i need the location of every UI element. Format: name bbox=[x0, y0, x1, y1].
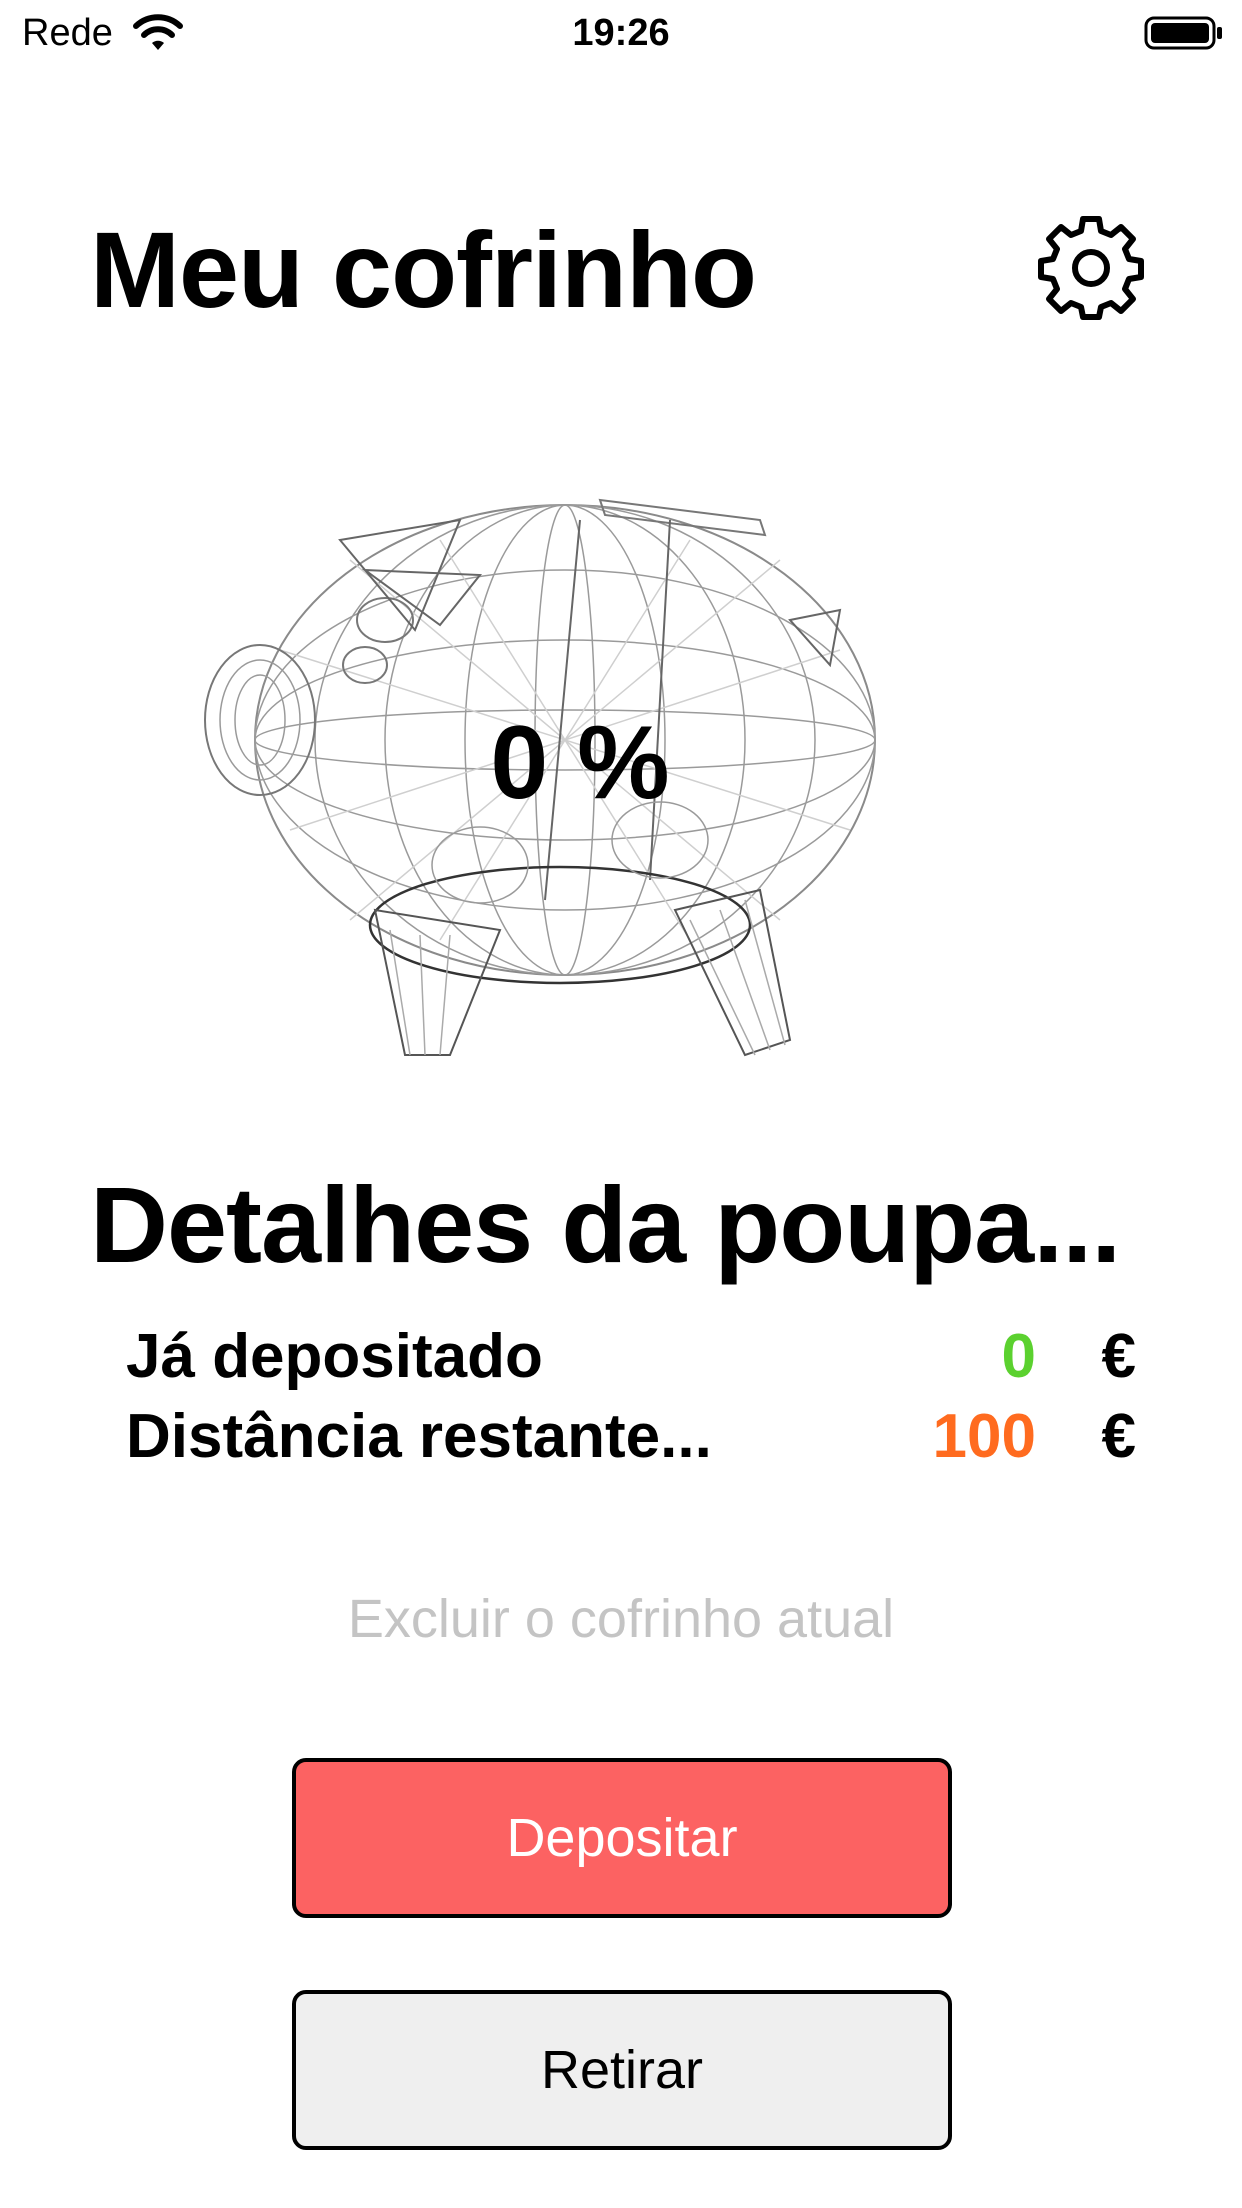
deposited-row: Já depositado 0 € bbox=[126, 1318, 1136, 1396]
battery-icon bbox=[1144, 16, 1222, 50]
gear-icon[interactable] bbox=[1036, 212, 1146, 322]
progress-percentage: 0 % bbox=[490, 705, 670, 821]
status-time: 19:26 bbox=[572, 12, 670, 54]
deposited-currency: € bbox=[1101, 1322, 1136, 1391]
remaining-label: Distância restante... bbox=[126, 1402, 712, 1471]
deposited-value: 0 bbox=[1001, 1322, 1036, 1391]
deposited-label: Já depositado bbox=[126, 1322, 543, 1391]
remaining-row: Distância restante... 100 € bbox=[126, 1398, 1136, 1476]
withdraw-button[interactable]: Retirar bbox=[292, 1990, 952, 2150]
status-bar: Rede 19:26 bbox=[0, 0, 1242, 66]
delete-piggy-bank-button[interactable]: Excluir o cofrinho atual bbox=[0, 1586, 1242, 1652]
savings-details-title: Detalhes da poupa... bbox=[90, 1164, 1121, 1285]
page-title: Meu cofrinho bbox=[90, 209, 757, 330]
remaining-currency: € bbox=[1101, 1402, 1136, 1471]
deposit-button[interactable]: Depositar bbox=[292, 1758, 952, 1918]
remaining-value: 100 bbox=[932, 1402, 1036, 1471]
